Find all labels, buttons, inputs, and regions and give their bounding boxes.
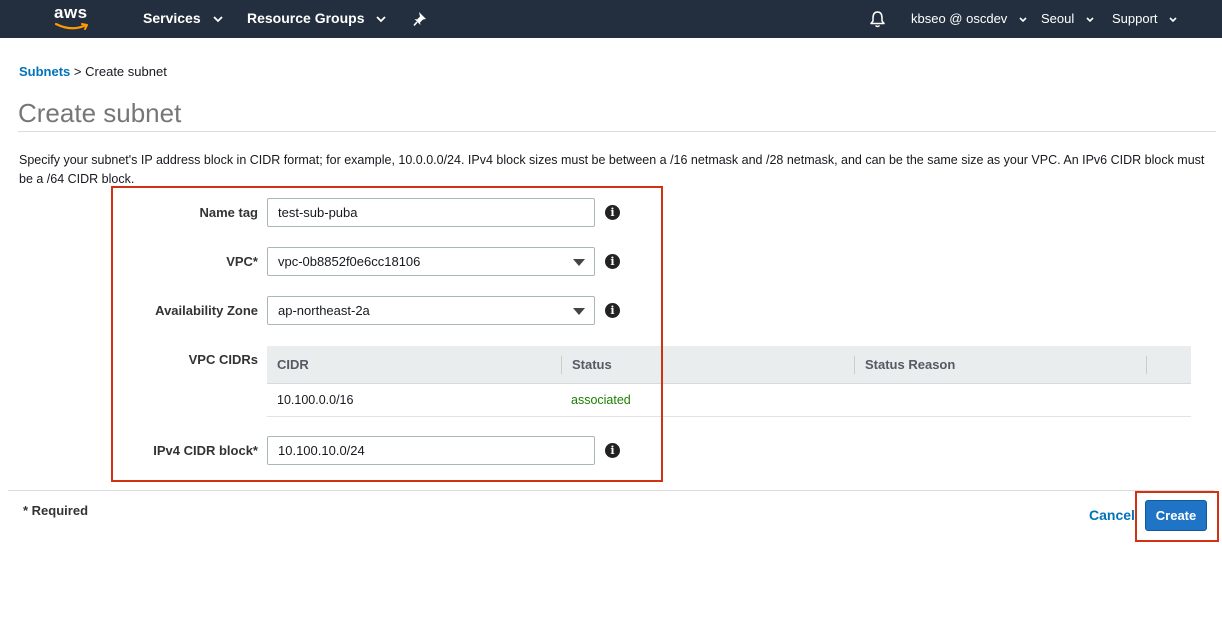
resource-groups-menu[interactable]: Resource Groups	[247, 0, 387, 38]
vpc-info-icon[interactable]: i	[605, 254, 620, 269]
ipv4-cidr-input[interactable]	[267, 436, 595, 465]
support-menu-label: Support	[1112, 11, 1158, 26]
status-cell: associated	[571, 393, 631, 407]
region-menu[interactable]: Seoul	[1041, 0, 1094, 38]
create-button[interactable]: Create	[1145, 500, 1207, 531]
required-note: * Required	[23, 503, 89, 518]
availability-zone-select[interactable]: ap-northeast-2a	[267, 296, 595, 325]
title-divider	[18, 131, 1216, 132]
support-menu[interactable]: Support	[1112, 0, 1177, 38]
aws-smile-icon	[55, 23, 88, 30]
table-row: 10.100.0.0/16 associated	[267, 384, 1191, 417]
pin-icon[interactable]	[413, 11, 428, 30]
name-tag-input[interactable]	[267, 198, 595, 227]
vpc-label: VPC*	[226, 254, 258, 269]
aws-logo-text: aws	[54, 3, 88, 22]
page-title: Create subnet	[18, 98, 182, 128]
column-header-cidr[interactable]: CIDR	[277, 346, 309, 384]
vpc-cidrs-label: VPC CIDRs	[188, 352, 258, 367]
chevron-down-icon	[212, 0, 223, 37]
aws-logo[interactable]: aws	[54, 3, 94, 33]
vpc-select[interactable]: vpc-0b8852f0e6cc18106	[267, 247, 595, 276]
resource-groups-menu-label: Resource Groups	[247, 10, 365, 26]
breadcrumb: Subnets > Create subnet	[19, 64, 167, 79]
availability-zone-info-icon[interactable]: i	[605, 303, 620, 318]
column-header-status[interactable]: Status	[572, 346, 612, 384]
footer-divider	[8, 490, 1214, 491]
chevron-down-icon	[1086, 0, 1094, 37]
cancel-button[interactable]: Cancel	[1089, 507, 1135, 523]
ipv4-cidr-label: IPv4 CIDR block*	[153, 443, 258, 458]
region-menu-label: Seoul	[1041, 11, 1075, 26]
name-tag-info-icon[interactable]: i	[605, 205, 620, 220]
bell-icon[interactable]	[869, 10, 886, 31]
availability-zone-select-value: ap-northeast-2a	[278, 303, 370, 318]
name-tag-label: Name tag	[199, 205, 258, 220]
top-navigation-bar: aws Services Resource Groups kbseo @ osc…	[0, 0, 1222, 38]
vpc-cidrs-table: CIDR Status Status Reason 10.100.0.0/16 …	[267, 346, 1191, 417]
dropdown-caret-icon	[573, 259, 585, 266]
page-description: Specify your subnet's IP address block i…	[19, 153, 1205, 186]
column-divider[interactable]	[1146, 356, 1147, 374]
services-menu[interactable]: Services	[143, 0, 223, 38]
services-menu-label: Services	[143, 10, 201, 26]
cidr-cell: 10.100.0.0/16	[277, 393, 354, 407]
vpc-select-value: vpc-0b8852f0e6cc18106	[278, 254, 421, 269]
chevron-down-icon	[1169, 0, 1177, 37]
breadcrumb-subnets-link[interactable]: Subnets	[19, 64, 70, 79]
table-header: CIDR Status Status Reason	[267, 346, 1191, 384]
chevron-down-icon	[376, 0, 387, 37]
column-divider[interactable]	[854, 356, 855, 374]
account-menu-label: kbseo @ oscdev	[911, 11, 1008, 26]
breadcrumb-separator: >	[73, 64, 82, 79]
dropdown-caret-icon	[573, 308, 585, 315]
availability-zone-label: Availability Zone	[155, 303, 258, 318]
column-divider[interactable]	[561, 356, 562, 374]
chevron-down-icon	[1019, 0, 1027, 37]
column-header-status-reason[interactable]: Status Reason	[865, 346, 955, 384]
ipv4-cidr-info-icon[interactable]: i	[605, 443, 620, 458]
breadcrumb-current: Create subnet	[85, 64, 167, 79]
account-menu[interactable]: kbseo @ oscdev	[911, 0, 1027, 38]
